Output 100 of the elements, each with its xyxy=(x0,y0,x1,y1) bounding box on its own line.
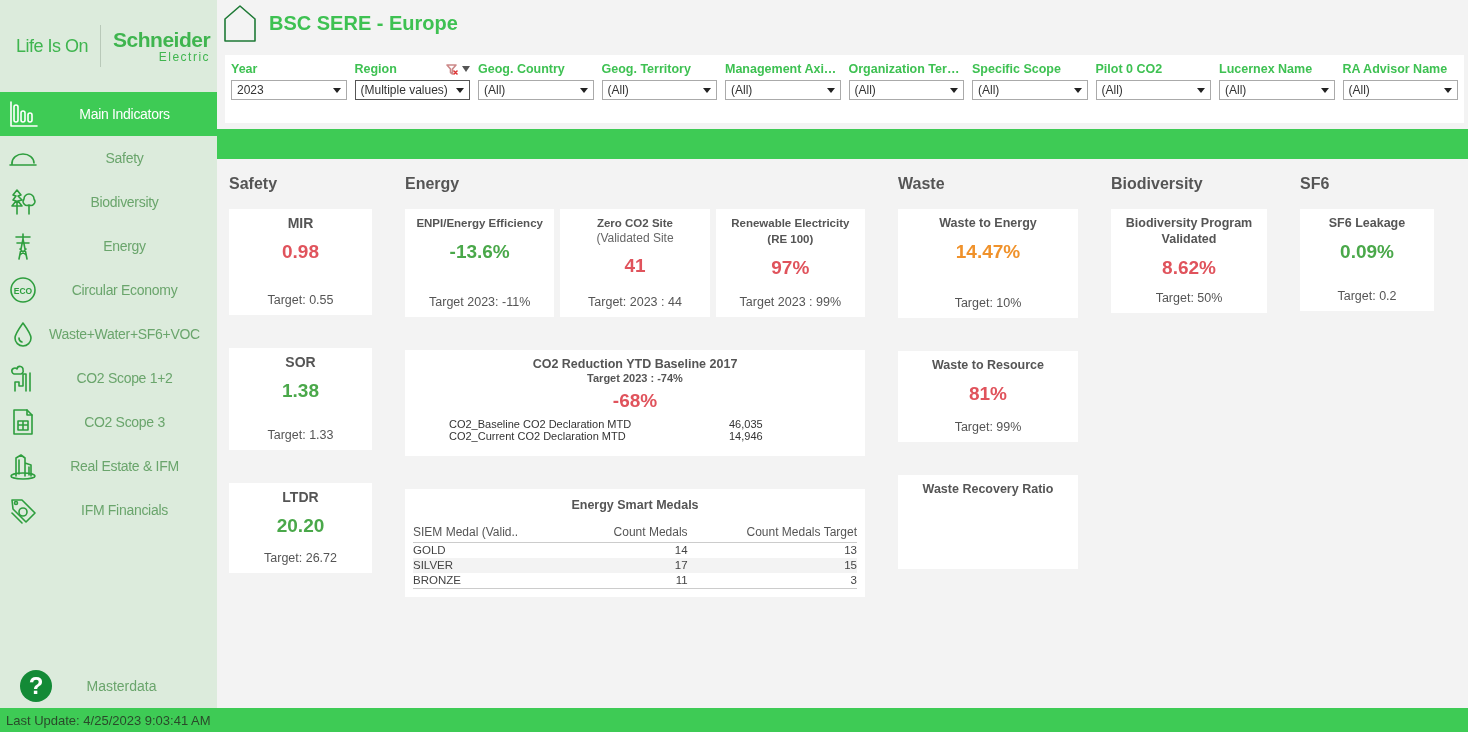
status-bar: Last Update: 4/25/2023 9:03:41 AM xyxy=(0,708,1468,732)
caret-icon xyxy=(462,66,470,72)
caret-icon xyxy=(1320,87,1329,93)
filter-dropdown[interactable]: (All) xyxy=(725,80,841,100)
filter-label: Pilot 0 CO2 xyxy=(1095,62,1164,76)
kpi-target: Target: 50% xyxy=(1155,291,1223,305)
tagline: Life Is On xyxy=(16,35,89,57)
kpi-subtitle: Target 2023 : -74% xyxy=(587,372,683,384)
measure-label: CO2_Baseline CO2 Declaration MTD xyxy=(449,418,633,430)
kpi-target: Target: 99% xyxy=(954,420,1022,434)
sidebar-item[interactable]: CO2 Scope 1+2 xyxy=(0,356,217,400)
house-icon xyxy=(223,3,257,43)
filter-dropdown[interactable]: (Multiple values) xyxy=(354,80,470,100)
sidebar-item[interactable]: Real Estate & IFM xyxy=(0,444,217,488)
caret-icon xyxy=(1073,87,1082,93)
sidebar-item[interactable]: ECO Circular Economy xyxy=(0,268,217,312)
sidebar-item[interactable]: Safety xyxy=(0,136,217,180)
filter-label: Specific Scope xyxy=(972,62,1062,76)
kpi-target: Target: 26.72 xyxy=(264,551,337,565)
measure-value: 14,946 xyxy=(729,430,763,442)
filter-label: Geog. Territory xyxy=(601,62,692,76)
column-header: Count Medals Target xyxy=(687,523,857,543)
filter-dropdown[interactable]: (All) xyxy=(478,80,594,100)
section-title: Safety xyxy=(229,174,279,194)
brand-subname: Electric xyxy=(158,51,211,63)
kpi-value: 1.38 xyxy=(282,380,319,402)
column-header: Count Medals xyxy=(574,523,688,543)
sidebar-item[interactable]: Biodiversity xyxy=(0,180,217,224)
table-cell: SILVER xyxy=(413,558,575,573)
kpi-title: ENPI/Energy Efficiency xyxy=(416,216,543,231)
kpi-value: 97% xyxy=(771,257,810,279)
caret-icon xyxy=(950,87,958,93)
buildings-icon xyxy=(8,451,38,481)
filter-dropdown[interactable]: (All) xyxy=(1219,80,1335,100)
kpi-target: Target 2023: -11% xyxy=(429,295,531,309)
caret-icon xyxy=(1197,87,1205,93)
column-header: SIEM Medal (Valid.. xyxy=(413,523,575,543)
kpi-target: Target: 0.2 xyxy=(1337,289,1397,303)
filter-dropdown[interactable]: 2023 xyxy=(231,80,347,100)
kpi-value: 0.09% xyxy=(1340,241,1394,263)
kpi-value: 81% xyxy=(969,383,1007,405)
filter-label: Management Axi… xyxy=(725,62,838,76)
filter-label: Region xyxy=(354,62,398,76)
table-title: Energy Smart Medals xyxy=(571,497,699,513)
section-title: Biodiversity xyxy=(1111,174,1204,194)
kpi-title: Zero CO2 Site xyxy=(596,216,673,231)
brand-name: Schneider xyxy=(113,29,211,51)
filter-label: Organization Ter… xyxy=(848,62,961,76)
kpi-title: Waste Recovery Ratio xyxy=(922,481,1054,497)
filter-dropdown[interactable]: (All) xyxy=(972,80,1088,100)
kpi-target: Target: 10% xyxy=(954,296,1022,310)
section-title: SF6 xyxy=(1300,174,1331,194)
kpi-title: Renewable Electricity (RE 100) xyxy=(730,216,851,247)
kpi-target: Target: 2023 : 44 xyxy=(588,295,682,309)
filter-dropdown[interactable]: (All) xyxy=(1342,80,1458,100)
kpi-value: 14.47% xyxy=(955,241,1021,263)
eco-circle-icon: ECO xyxy=(8,275,38,305)
filter-label: Year xyxy=(231,62,259,76)
filter-label: Lucernex Name xyxy=(1219,62,1314,76)
kpi-value: -13.6% xyxy=(449,241,510,263)
bar-chart-icon xyxy=(8,99,38,129)
section-title: Waste xyxy=(898,174,946,194)
caret-icon xyxy=(456,87,464,93)
kpi-title: Biodiversity Program Validated xyxy=(1124,215,1254,247)
table-cell: BRONZE xyxy=(413,573,575,589)
kpi-target: Target: 0.55 xyxy=(267,293,334,307)
table-cell: 15 xyxy=(687,558,857,573)
measure-value: 46,035 xyxy=(729,418,763,430)
kpi-title: Waste to Energy xyxy=(939,215,1037,231)
table-cell: 13 xyxy=(687,542,857,558)
sidebar-item[interactable]: ? Masterdata xyxy=(0,664,217,708)
help-icon: ? xyxy=(20,670,52,702)
kpi-title: LTDR xyxy=(282,489,319,505)
kpi-target: Target: 1.33 xyxy=(267,428,334,442)
measure-label: CO2_Current CO2 Declaration MTD xyxy=(449,430,627,442)
caret-icon xyxy=(332,87,341,93)
kpi-value: -68% xyxy=(612,390,658,412)
trees-icon xyxy=(8,187,38,217)
filter-dropdown[interactable]: (All) xyxy=(601,80,717,100)
sidebar-item[interactable]: Energy xyxy=(0,224,217,268)
filter-label: Geog. Country xyxy=(478,62,566,76)
sidebar-item[interactable]: Waste+Water+SF6+VOC xyxy=(0,312,217,356)
caret-icon xyxy=(826,87,835,93)
sidebar-item[interactable]: CO2 Scope 3 xyxy=(0,400,217,444)
table-cell: GOLD xyxy=(413,542,575,558)
kpi-title: CO2 Reduction YTD Baseline 2017 xyxy=(532,356,738,372)
kpi-title: SOR xyxy=(285,354,316,370)
table-cell: 3 xyxy=(687,573,857,589)
section-title: Energy xyxy=(405,174,461,194)
kpi-value: 41 xyxy=(624,255,646,277)
caret-icon xyxy=(703,87,711,93)
kpi-target: Target 2023 : 99% xyxy=(739,295,842,309)
kpi-title: SF6 Leakage xyxy=(1328,215,1406,231)
table-cell: 17 xyxy=(574,558,688,573)
kpi-value: 0.98 xyxy=(282,241,319,263)
clear-filter-icon xyxy=(446,63,458,75)
filter-dropdown[interactable]: (All) xyxy=(1095,80,1211,100)
kpi-title: Waste to Resource xyxy=(931,357,1045,373)
filter-dropdown[interactable]: (All) xyxy=(848,80,964,100)
sidebar-item[interactable]: IFM Financials xyxy=(0,488,217,532)
